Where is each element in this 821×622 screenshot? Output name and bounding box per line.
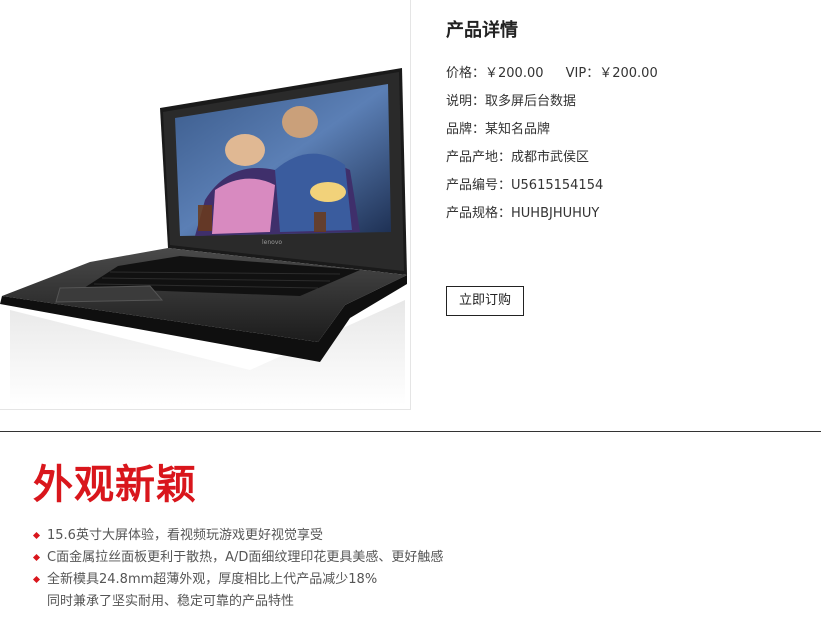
feature-list: 15.6英寸大屏体验，看视频玩游戏更好视觉享受 C面金属拉丝面板更利于散热，A/… [32, 526, 444, 614]
spec-value: 成都市武侯区 [511, 150, 590, 165]
feature-item: 15.6英寸大屏体验，看视频玩游戏更好视觉享受 [32, 526, 443, 548]
section-divider [0, 431, 821, 432]
spec-value: U5615154154 [511, 178, 604, 193]
feature-continuation: 同时兼承了坚实耐用、稳定可靠的产品特性 [33, 592, 443, 614]
price-label: 价格： [446, 66, 486, 81]
spec-label: 产品编号： [446, 178, 512, 193]
vip-price: VIP：￥200.00 [566, 66, 658, 81]
spec-label: 说明： [446, 94, 486, 109]
spec-value: 取多屏后台数据 [485, 94, 577, 109]
price-row: 价格：￥200.00 VIP：￥200.00 [446, 62, 658, 81]
diamond-bullet-icon [32, 575, 41, 584]
spec-value: HUHBJHUHUY [511, 206, 600, 221]
spec-brand: 品牌：某知名品牌 [446, 118, 550, 137]
vip-label: VIP： [565, 66, 600, 81]
product-image: lenovo [0, 0, 411, 410]
feature-item: 全新模具24.8mm超薄外观，厚度相比上代产品减少18% [32, 570, 443, 592]
diamond-bullet-icon [32, 553, 41, 562]
feature-item: C面金属拉丝面板更利于散热，A/D面细纹理印花更具美感、更好触感 [32, 548, 444, 570]
buy-now-button[interactable]: 立即订购 [446, 286, 524, 316]
spec-product-number: 产品编号：U5615154154 [446, 174, 603, 193]
spec-label: 产品规格： [446, 206, 512, 221]
feature-heading: 外观新颖 [33, 462, 197, 508]
brand-logo: lenovo [262, 239, 282, 246]
price-value: ￥200.00 [485, 66, 544, 81]
spec-label: 产品产地： [446, 150, 512, 165]
spec-value: 某知名品牌 [485, 122, 551, 137]
spec-description: 说明：取多屏后台数据 [446, 90, 576, 109]
feature-text: 15.6英寸大屏体验，看视频玩游戏更好视觉享受 [47, 528, 323, 543]
diamond-bullet-icon [32, 531, 41, 540]
laptop-photo-icon: lenovo [0, 68, 407, 405]
details-title: 产品详情 [446, 20, 518, 41]
vip-value: ￥200.00 [599, 66, 658, 81]
feature-text: 同时兼承了坚实耐用、稳定可靠的产品特性 [47, 594, 295, 609]
feature-text: 全新模具24.8mm超薄外观，厚度相比上代产品减少18% [47, 572, 378, 587]
spec-specification: 产品规格：HUHBJHUHUY [446, 202, 599, 221]
feature-text: C面金属拉丝面板更利于散热，A/D面细纹理印花更具美感、更好触感 [47, 550, 444, 565]
spec-origin: 产品产地：成都市武侯区 [446, 146, 589, 165]
spec-label: 品牌： [446, 122, 486, 137]
